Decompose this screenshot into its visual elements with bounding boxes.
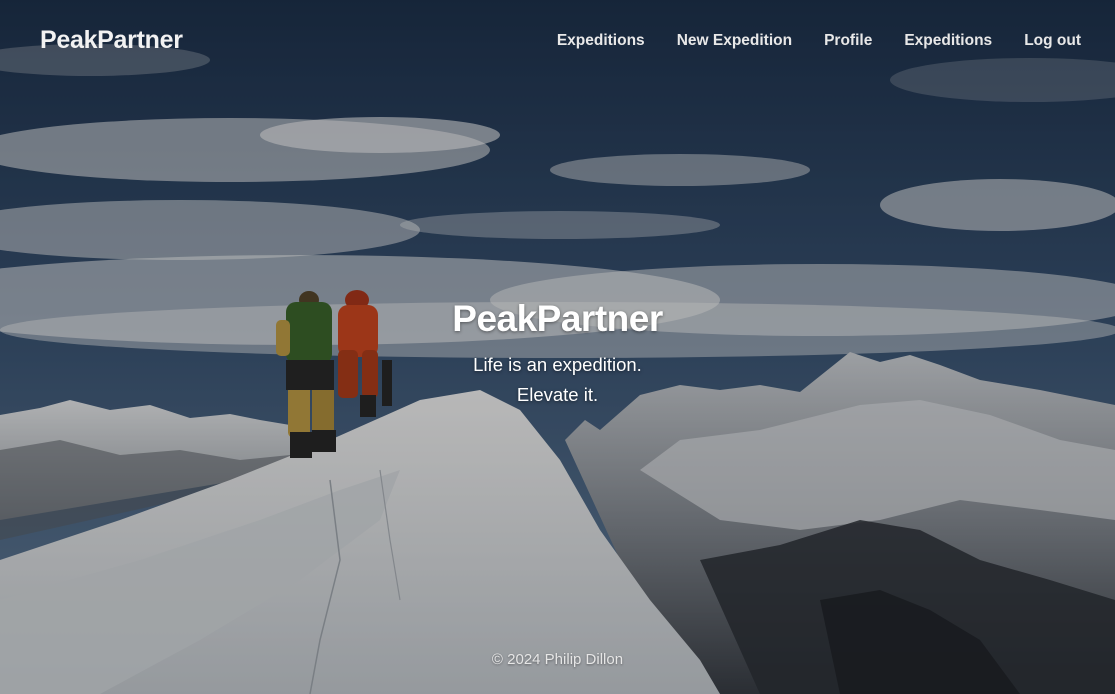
nav-link-expeditions-2[interactable]: Expeditions [904, 32, 992, 49]
top-navbar: PeakPartner Expeditions New Expedition P… [0, 0, 1115, 82]
nav-item-new-expedition: New Expedition [677, 32, 792, 50]
nav-item-profile: Profile [824, 32, 872, 50]
copyright-text: © 2024 Philip Dillon [491, 651, 624, 668]
hero-title: PeakPartner [452, 298, 663, 339]
nav-link-expeditions[interactable]: Expeditions [557, 32, 645, 49]
nav-link-new-expedition[interactable]: New Expedition [677, 32, 792, 49]
nav-link-log-out[interactable]: Log out [1024, 32, 1081, 49]
page-footer: © 2024 Philip Dillon [0, 651, 1115, 668]
nav-item-expeditions-2: Expeditions [904, 32, 992, 50]
hero-tagline: Life is an expedition. Elevate it. [0, 350, 1115, 410]
nav-item-expeditions: Expeditions [557, 32, 645, 50]
nav-links: Expeditions New Expedition Profile Exped… [557, 32, 1081, 50]
brand-logo-link[interactable]: PeakPartner [40, 26, 183, 55]
hero-tagline-line-2: Elevate it. [516, 384, 599, 405]
nav-item-log-out: Log out [1024, 32, 1081, 50]
hero-section: PeakPartner Life is an expedition. Eleva… [0, 298, 1115, 410]
hero-tagline-line-1: Life is an expedition. [473, 354, 642, 375]
landing-page: PeakPartner Expeditions New Expedition P… [0, 0, 1115, 694]
nav-link-profile[interactable]: Profile [824, 32, 872, 49]
